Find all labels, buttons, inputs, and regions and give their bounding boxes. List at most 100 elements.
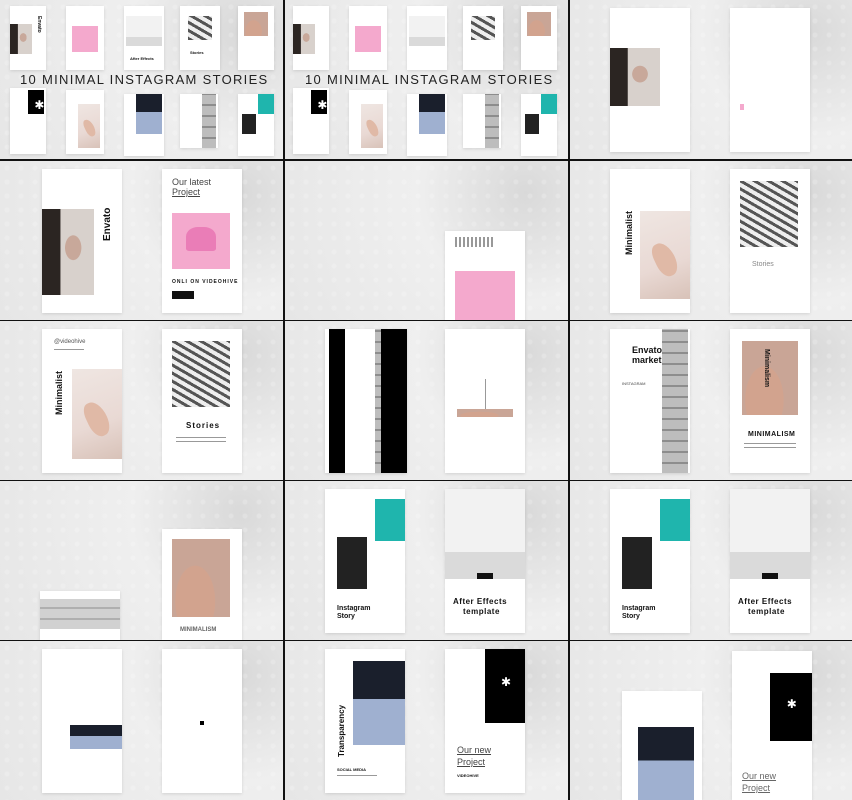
mini-card bbox=[180, 94, 218, 148]
frame-3[interactable] bbox=[570, 0, 852, 159]
black-tag bbox=[477, 573, 493, 579]
frame-14[interactable]: Transparency SOCIAL MEDIA Our new Projec… bbox=[285, 641, 568, 800]
story-card bbox=[325, 329, 407, 473]
frame-4[interactable]: Envato Our latest Project ONLI ON VIDEOH… bbox=[0, 161, 283, 320]
story-card bbox=[622, 691, 702, 800]
transparency-text: Transparency bbox=[337, 704, 346, 757]
heading-line-2: Project bbox=[172, 187, 201, 197]
only-on-text: ONLI ON VIDEOHIVE bbox=[172, 279, 239, 285]
divider bbox=[176, 441, 226, 442]
frame-2[interactable]: 10 MINIMAL INSTAGRAM STORIES bbox=[285, 0, 568, 159]
frame-9[interactable]: Envato market INSTAGRAM Minimalism MINIM… bbox=[570, 321, 852, 480]
after-effects-line-1: After Effects bbox=[738, 597, 793, 606]
label: Stories bbox=[190, 50, 204, 55]
instagram-story-line-2: Story bbox=[622, 613, 640, 620]
mini-card bbox=[238, 94, 274, 156]
stories-text: Stories bbox=[186, 421, 221, 430]
frame-8[interactable] bbox=[285, 321, 568, 480]
story-card bbox=[162, 649, 242, 793]
envato-market-line-2: market bbox=[632, 355, 662, 365]
divider bbox=[176, 437, 226, 438]
after-effects-line-1: After Effects bbox=[453, 597, 508, 606]
frame-7[interactable]: @videohive Minimalist Stories bbox=[0, 321, 283, 480]
minimalist-text: Minimalist bbox=[54, 370, 64, 415]
story-card: Transparency SOCIAL MEDIA bbox=[325, 649, 405, 793]
story-card: Our new Project VIDEOHIVE bbox=[445, 649, 525, 793]
story-card: Minimalism MINIMALISM bbox=[730, 329, 810, 473]
frame-1[interactable]: Envato After Effects Stories 10 MINIMAL … bbox=[0, 0, 283, 159]
frame-12[interactable]: Instagram Story After Effects template bbox=[570, 481, 852, 640]
mini-card bbox=[521, 94, 557, 156]
story-card: Our new Project bbox=[732, 651, 812, 800]
story-card: Our latest Project ONLI ON VIDEOHIVE bbox=[162, 169, 242, 313]
mini-card: Stories bbox=[180, 6, 220, 70]
envato-market-line-1: Envato bbox=[632, 345, 663, 355]
story-card bbox=[445, 329, 525, 473]
stories-text: Stories bbox=[752, 261, 774, 268]
mini-card bbox=[238, 6, 274, 70]
story-card: Stories bbox=[730, 169, 810, 313]
story-card bbox=[610, 8, 690, 152]
frame-13[interactable] bbox=[0, 641, 283, 800]
mini-card bbox=[293, 88, 329, 154]
our-new-line-1: Our new bbox=[742, 771, 777, 781]
overlay-title: 10 MINIMAL INSTAGRAM STORIES bbox=[305, 72, 554, 87]
our-new-line-1: Our new bbox=[457, 745, 492, 755]
divider bbox=[744, 447, 796, 448]
videohive-small: VIDEOHIVE bbox=[457, 773, 479, 778]
mini-card: Envato bbox=[10, 6, 46, 70]
overlay-title: 10 MINIMAL INSTAGRAM STORIES bbox=[20, 72, 269, 87]
story-card: Minimalist bbox=[610, 169, 690, 313]
mini-card bbox=[349, 90, 387, 154]
frame-5[interactable] bbox=[285, 161, 568, 320]
frame-15[interactable]: Our new Project bbox=[570, 641, 852, 800]
after-effects-line-2: template bbox=[463, 607, 500, 616]
story-card bbox=[730, 8, 810, 152]
instagram-story-line-2: Story bbox=[337, 613, 355, 620]
divider bbox=[485, 379, 486, 409]
thumbnail-grid: Envato After Effects Stories 10 MINIMAL … bbox=[0, 0, 852, 800]
instagram-small: INSTAGRAM bbox=[622, 381, 646, 386]
mini-card bbox=[66, 6, 104, 70]
our-new-line-2: Project bbox=[457, 757, 486, 767]
frame-11[interactable]: Instagram Story After Effects template bbox=[285, 481, 568, 640]
story-card: Stories bbox=[162, 329, 242, 473]
minimalism-text: MINIMALISM bbox=[748, 431, 796, 438]
minimalism-vertical: Minimalism bbox=[763, 349, 770, 388]
mini-card bbox=[521, 6, 557, 70]
mini-card bbox=[293, 6, 329, 70]
mini-card: After Effects bbox=[124, 6, 164, 70]
mini-card bbox=[124, 94, 164, 156]
social-media-text: SOCIAL MEDIA bbox=[337, 767, 367, 772]
instagram-story-line-1: Instagram bbox=[622, 605, 656, 612]
frame-10[interactable]: MINIMALISM bbox=[0, 481, 283, 640]
story-card: MINIMALISM bbox=[162, 529, 242, 640]
mini-card bbox=[463, 94, 501, 148]
instagram-story-line-1: Instagram bbox=[337, 605, 371, 612]
videohive-tag: @videohive bbox=[54, 339, 86, 345]
divider bbox=[744, 443, 796, 444]
after-effects-line-2: template bbox=[748, 607, 785, 616]
story-card: Instagram Story bbox=[325, 489, 405, 633]
mini-card bbox=[407, 6, 447, 70]
story-card bbox=[42, 649, 122, 793]
frame-6[interactable]: Minimalist Stories bbox=[570, 161, 852, 320]
minimalist-text: Minimalist bbox=[624, 210, 634, 255]
story-card: Envato market INSTAGRAM bbox=[610, 329, 690, 473]
story-card: After Effects template bbox=[730, 489, 810, 633]
minimalism-text: MINIMALISM bbox=[180, 627, 217, 633]
story-card: Envato bbox=[42, 169, 122, 313]
mini-card bbox=[407, 94, 447, 156]
mini-card bbox=[463, 6, 503, 70]
mini-card bbox=[66, 90, 104, 154]
label: After Effects bbox=[130, 56, 154, 61]
divider bbox=[54, 349, 84, 350]
story-card: Instagram Story bbox=[610, 489, 690, 633]
mini-card bbox=[349, 6, 387, 70]
story-card bbox=[40, 591, 120, 640]
mini-card bbox=[10, 88, 46, 154]
envato-text: Envato bbox=[102, 207, 113, 241]
story-card: @videohive Minimalist bbox=[42, 329, 122, 473]
story-card: After Effects template bbox=[445, 489, 525, 633]
our-new-line-2: Project bbox=[742, 783, 771, 793]
